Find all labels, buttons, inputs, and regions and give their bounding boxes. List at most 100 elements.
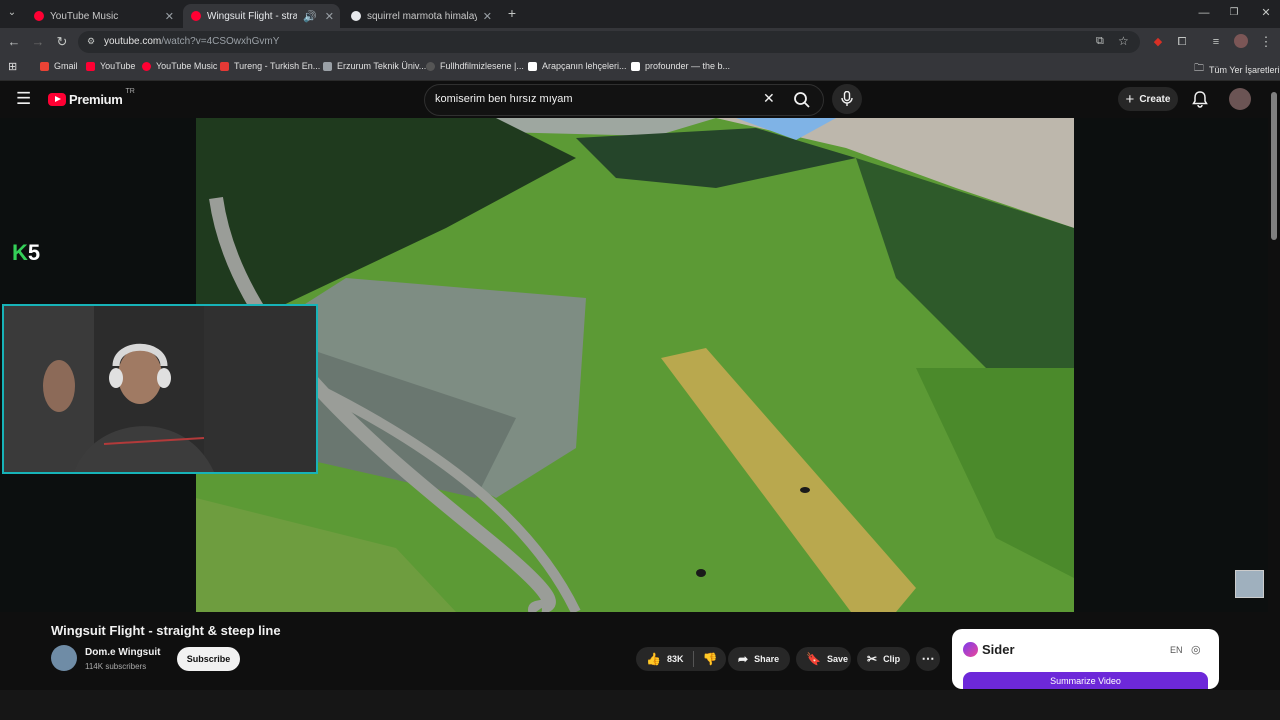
omnibox[interactable]: ⚙ youtube.com/watch?v=4CSOwxhGvmY ⧉ ☆	[78, 31, 1140, 53]
search-box[interactable]: komiserim ben hırsız mıyam ✕	[424, 84, 824, 116]
channel-name[interactable]: Dom.e Wingsuit	[85, 647, 160, 658]
clear-search-icon[interactable]: ✕	[763, 90, 775, 107]
google-favicon-icon	[351, 11, 361, 21]
video-frame[interactable]	[196, 118, 1074, 612]
bookmark-save-icon: 🔖	[806, 652, 821, 666]
share-label: Share	[754, 654, 780, 664]
bookmark-youtube-music[interactable]: YouTube Music	[142, 61, 217, 71]
thumbs-up-icon: 👍	[646, 652, 661, 666]
bookmark-label: Arapçanın lehçeleri...	[542, 61, 627, 71]
share-button[interactable]: ➦ Share	[728, 647, 790, 671]
like-dislike-group: 👍 83K 👎	[636, 647, 726, 671]
save-button[interactable]: 🔖 Save	[796, 647, 851, 671]
new-tab-button[interactable]: +	[504, 5, 520, 21]
dislike-button-thumbs-down-icon[interactable]: 👎	[702, 652, 717, 666]
forward-icon[interactable]: →	[30, 34, 46, 50]
bookmark-label: Erzurum Teknik Üniv...	[337, 61, 427, 71]
account-avatar[interactable]	[1229, 88, 1251, 110]
like-count: 83K	[666, 654, 684, 664]
like-button[interactable]: 👍 83K	[636, 652, 683, 666]
youtube-icon	[86, 61, 95, 71]
install-app-icon[interactable]: ⧉	[1096, 35, 1104, 48]
university-icon	[323, 61, 332, 71]
url-host: youtube.com	[104, 36, 162, 47]
bookmark-label: Gmail	[54, 61, 78, 71]
bookmark-label: Fullhdfilmizlesene |...	[440, 61, 524, 71]
browser-menu-icon[interactable]: ⋮	[1258, 34, 1274, 50]
k5-channel-logo: K5	[12, 240, 41, 265]
close-tab-icon[interactable]: ✕	[483, 10, 492, 23]
close-window-icon[interactable]: ✕	[1258, 5, 1274, 21]
youtube-music-icon	[142, 61, 151, 71]
video-player[interactable]: K5	[0, 118, 1268, 612]
url-path: /watch?v=4CSOwxhGvmY	[161, 36, 280, 47]
taskbar-strip	[0, 690, 1280, 720]
apps-grid-icon[interactable]: ⊞	[8, 60, 17, 73]
bookmark-label: Tureng - Turkish En...	[234, 61, 321, 71]
region-code: TR	[125, 88, 135, 95]
subscribe-button[interactable]: Subscribe	[177, 647, 240, 671]
create-button[interactable]: + Create	[1118, 87, 1178, 111]
summarize-video-button[interactable]: Summarize Video	[963, 672, 1208, 689]
notifications-bell-icon[interactable]	[1192, 91, 1208, 108]
media-controls-icon[interactable]: ≡	[1208, 34, 1224, 50]
bookmark-gmail[interactable]: Gmail	[40, 61, 78, 71]
bookmark-profounder[interactable]: profounder — the b...	[631, 61, 730, 71]
logo-text: Premium	[69, 92, 123, 107]
all-bookmarks[interactable]: 🗀 Tüm Yer İşaretleri	[1194, 61, 1280, 78]
search-input[interactable]: komiserim ben hırsız mıyam	[435, 93, 573, 105]
reload-icon[interactable]: ↻	[54, 34, 70, 50]
back-icon[interactable]: ←	[6, 34, 22, 50]
hamburger-menu-icon[interactable]: ☰	[16, 89, 31, 109]
extension-red-icon[interactable]: ◆	[1150, 34, 1166, 50]
close-tab-icon[interactable]: ✕	[325, 10, 334, 23]
url-text[interactable]: youtube.com/watch?v=4CSOwxhGvmY	[104, 36, 279, 47]
bookmark-erzurum[interactable]: Erzurum Teknik Üniv...	[323, 61, 426, 71]
search-icon[interactable]	[793, 91, 811, 109]
bookmark-fullhdfilm[interactable]: Fullhdfilmizlesene |...	[426, 61, 524, 71]
language-selector[interactable]: EN	[1170, 645, 1183, 655]
microphone-icon	[841, 91, 853, 106]
scrollbar-thumb[interactable]	[1271, 92, 1277, 240]
extensions-puzzle-icon[interactable]: ⧠	[1174, 34, 1190, 50]
profounder-icon	[631, 61, 640, 71]
minimize-icon[interactable]: —	[1196, 5, 1212, 21]
tab-search-chevron-icon[interactable]: ⌄	[4, 5, 20, 21]
bookmark-tureng[interactable]: Tureng - Turkish En...	[220, 61, 320, 71]
voice-search-button[interactable]	[832, 84, 862, 114]
youtube-favicon-icon	[191, 11, 201, 21]
scissors-icon: ✂	[867, 652, 878, 666]
tureng-icon	[220, 61, 229, 71]
clip-button[interactable]: ✂ Clip	[857, 647, 910, 671]
gmail-icon	[40, 61, 49, 71]
bookmarks-bar: ⊞ Gmail YouTube YouTube Music Tureng - T…	[0, 56, 1280, 81]
tab-youtube-music[interactable]: YouTube Music ✕	[26, 4, 180, 28]
youtube-premium-logo[interactable]: Premium TR	[48, 88, 135, 107]
browser-tab-strip: ⌄ YouTube Music ✕ Wingsuit Flight - stra…	[0, 0, 1280, 28]
sider-settings-icon[interactable]: ◎	[1191, 643, 1201, 656]
bookmark-youtube[interactable]: YouTube	[86, 61, 135, 71]
close-tab-icon[interactable]: ✕	[165, 10, 174, 23]
plus-icon: +	[1125, 90, 1135, 108]
profile-avatar-icon[interactable]	[1234, 34, 1248, 48]
speaker-icon[interactable]: 🔊	[303, 10, 317, 23]
aerial-mountain-valley-scene	[196, 118, 1074, 612]
tab-title: Wingsuit Flight - straight &	[207, 10, 298, 22]
address-bar-row: ← → ↻ ⚙ youtube.com/watch?v=4CSOwxhGvmY …	[0, 28, 1280, 56]
bookmark-label: YouTube	[100, 61, 136, 71]
folder-icon: 🗀	[1194, 63, 1204, 74]
save-label: Save	[826, 654, 848, 664]
tab-squirrel-search[interactable]: squirrel marmota himalaya - G ✕	[343, 4, 498, 28]
sider-extension-panel: Sider EN ◎ Summarize Video	[952, 629, 1219, 689]
bookmark-star-icon[interactable]: ☆	[1118, 34, 1129, 48]
subscriber-count: 114K subscribers	[85, 662, 147, 671]
restore-icon[interactable]: ❐	[1226, 5, 1242, 21]
floating-thumbnail[interactable]	[1235, 570, 1264, 598]
site-info-icon[interactable]: ⚙	[87, 36, 95, 47]
channel-avatar[interactable]	[51, 645, 77, 671]
more-actions-button[interactable]: ⋯	[916, 647, 940, 671]
tab-wingsuit-flight[interactable]: Wingsuit Flight - straight & 🔊 ✕	[183, 4, 340, 28]
youtube-logo-icon	[48, 93, 66, 106]
bookmark-label: YouTube Music	[156, 61, 218, 71]
bookmark-arapcanin[interactable]: Arapçanın lehçeleri...	[528, 61, 627, 71]
